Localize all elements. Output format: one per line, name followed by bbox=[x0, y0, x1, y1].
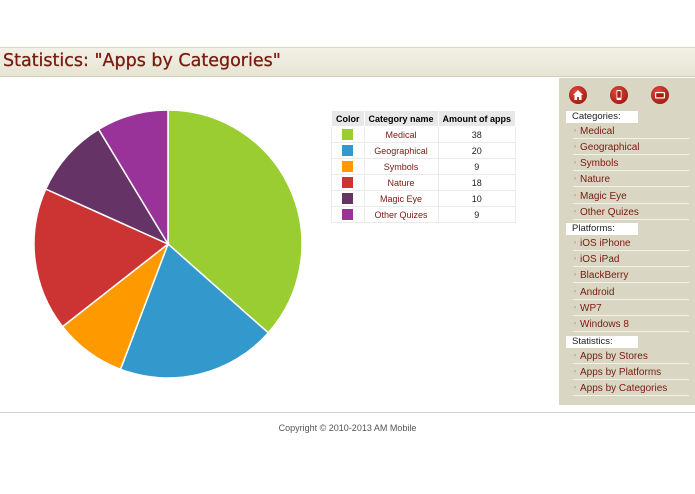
table-row: Nature 18 bbox=[331, 174, 517, 191]
table-row: Geographical 20 bbox=[331, 142, 517, 159]
sidebar-item-label: Symbols bbox=[580, 158, 619, 169]
color-swatch bbox=[342, 161, 354, 173]
sidebar-item-apps-by-categories[interactable]: › Apps by Categories bbox=[573, 381, 689, 396]
sidebar-item-ios-ipad[interactable]: › iOS iPad bbox=[573, 252, 689, 267]
footer-divider bbox=[0, 412, 695, 413]
color-swatch bbox=[342, 129, 354, 141]
sidebar: Categories: › Medical › Geographical › Symb… bbox=[559, 78, 695, 405]
title-bar: Statistics: "Apps by Categories" bbox=[0, 47, 695, 77]
sidebar-item-android[interactable]: › Android bbox=[573, 285, 689, 300]
caret-icon: › bbox=[574, 176, 576, 182]
sidebar-item-label: Medical bbox=[580, 126, 615, 137]
table-row: Symbols 9 bbox=[331, 158, 517, 175]
sidebar-item-windows-8[interactable]: › Windows 8 bbox=[573, 317, 689, 332]
sidebar-item-label: Apps by Categories bbox=[580, 383, 668, 394]
table-row: Other Quizes 9 bbox=[331, 206, 517, 223]
caret-icon: › bbox=[574, 256, 576, 262]
color-swatch bbox=[342, 193, 354, 205]
legend-header-category: Category name bbox=[363, 110, 439, 127]
sidebar-item-apps-by-platforms[interactable]: › Apps by Platforms bbox=[573, 365, 689, 380]
sidebar-item-label: Windows 8 bbox=[580, 319, 629, 330]
sidebar-item-label: Magic Eye bbox=[580, 191, 627, 202]
app-count: 9 bbox=[437, 158, 517, 175]
category-name: Magic Eye bbox=[363, 190, 439, 207]
caret-icon: › bbox=[574, 272, 576, 278]
page-title: Statistics: "Apps by Categories" bbox=[3, 51, 281, 71]
sidebar-item-label: Apps by Platforms bbox=[580, 367, 662, 378]
home-icon[interactable] bbox=[569, 86, 587, 104]
sidebar-section-categories: Categories: bbox=[566, 111, 638, 123]
color-swatch bbox=[342, 177, 354, 189]
caret-icon: › bbox=[574, 385, 576, 391]
table-row: Magic Eye 10 bbox=[331, 190, 517, 207]
legend-table: Color Category name Amount of apps Medic… bbox=[331, 110, 517, 223]
caret-icon: › bbox=[574, 305, 576, 311]
legend-header-color: Color bbox=[331, 110, 365, 127]
caret-icon: › bbox=[574, 240, 576, 246]
sidebar-item-label: Other Quizes bbox=[580, 207, 639, 218]
color-swatch bbox=[342, 145, 354, 157]
caret-icon: › bbox=[574, 369, 576, 375]
sidebar-item-symbols[interactable]: › Symbols bbox=[573, 156, 689, 171]
sidebar-item-label: BlackBerry bbox=[580, 270, 629, 281]
caret-icon: › bbox=[574, 128, 576, 134]
sidebar-item-label: Android bbox=[580, 287, 615, 298]
sidebar-item-blackberry[interactable]: › BlackBerry bbox=[573, 268, 689, 283]
sidebar-item-wp7[interactable]: › WP7 bbox=[573, 301, 689, 316]
pie-chart bbox=[33, 109, 303, 379]
app-count: 10 bbox=[437, 190, 517, 207]
sidebar-item-apps-by-stores[interactable]: › Apps by Stores bbox=[573, 349, 689, 364]
app-count: 9 bbox=[437, 206, 517, 223]
tv-icon[interactable] bbox=[651, 86, 669, 104]
caret-icon: › bbox=[574, 289, 576, 295]
caret-icon: › bbox=[574, 160, 576, 166]
caret-icon: › bbox=[574, 144, 576, 150]
sidebar-section-platforms: Platforms: bbox=[566, 223, 638, 235]
footer-copyright: Copyright © 2010-2013 AM Mobile bbox=[278, 423, 417, 433]
sidebar-item-nature[interactable]: › Nature bbox=[573, 172, 689, 187]
sidebar-icon-bar bbox=[559, 86, 695, 106]
sidebar-item-label: iOS iPad bbox=[580, 254, 620, 265]
sidebar-item-medical[interactable]: › Medical bbox=[573, 124, 689, 139]
legend-header-row: Color Category name Amount of apps bbox=[331, 110, 517, 127]
caret-icon: › bbox=[574, 353, 576, 359]
sidebar-item-label: Apps by Stores bbox=[580, 351, 648, 362]
sidebar-item-ios-iphone[interactable]: › iOS iPhone bbox=[573, 236, 689, 251]
phone-icon[interactable] bbox=[610, 86, 628, 104]
app-count: 18 bbox=[437, 174, 517, 191]
app-count: 20 bbox=[437, 142, 517, 159]
sidebar-item-label: Nature bbox=[580, 174, 611, 185]
legend-header-amount: Amount of apps bbox=[437, 110, 517, 127]
sidebar-item-magic-eye[interactable]: › Magic Eye bbox=[573, 189, 689, 204]
category-name: Nature bbox=[363, 174, 439, 191]
sidebar-section-statistics: Statistics: bbox=[566, 336, 638, 348]
category-name: Medical bbox=[363, 126, 439, 143]
caret-icon: › bbox=[574, 193, 576, 199]
color-swatch bbox=[342, 209, 354, 221]
category-name: Other Quizes bbox=[363, 206, 439, 223]
sidebar-item-label: WP7 bbox=[580, 303, 602, 314]
sidebar-item-geographical[interactable]: › Geographical bbox=[573, 140, 689, 155]
category-name: Geographical bbox=[363, 142, 439, 159]
sidebar-item-label: iOS iPhone bbox=[580, 238, 631, 249]
category-name: Symbols bbox=[363, 158, 439, 175]
sidebar-item-other-quizes[interactable]: › Other Quizes bbox=[573, 205, 689, 220]
caret-icon: › bbox=[574, 321, 576, 327]
sidebar-item-label: Geographical bbox=[580, 142, 640, 153]
caret-icon: › bbox=[574, 209, 576, 215]
app-count: 38 bbox=[437, 126, 517, 143]
table-row: Medical 38 bbox=[331, 126, 517, 143]
